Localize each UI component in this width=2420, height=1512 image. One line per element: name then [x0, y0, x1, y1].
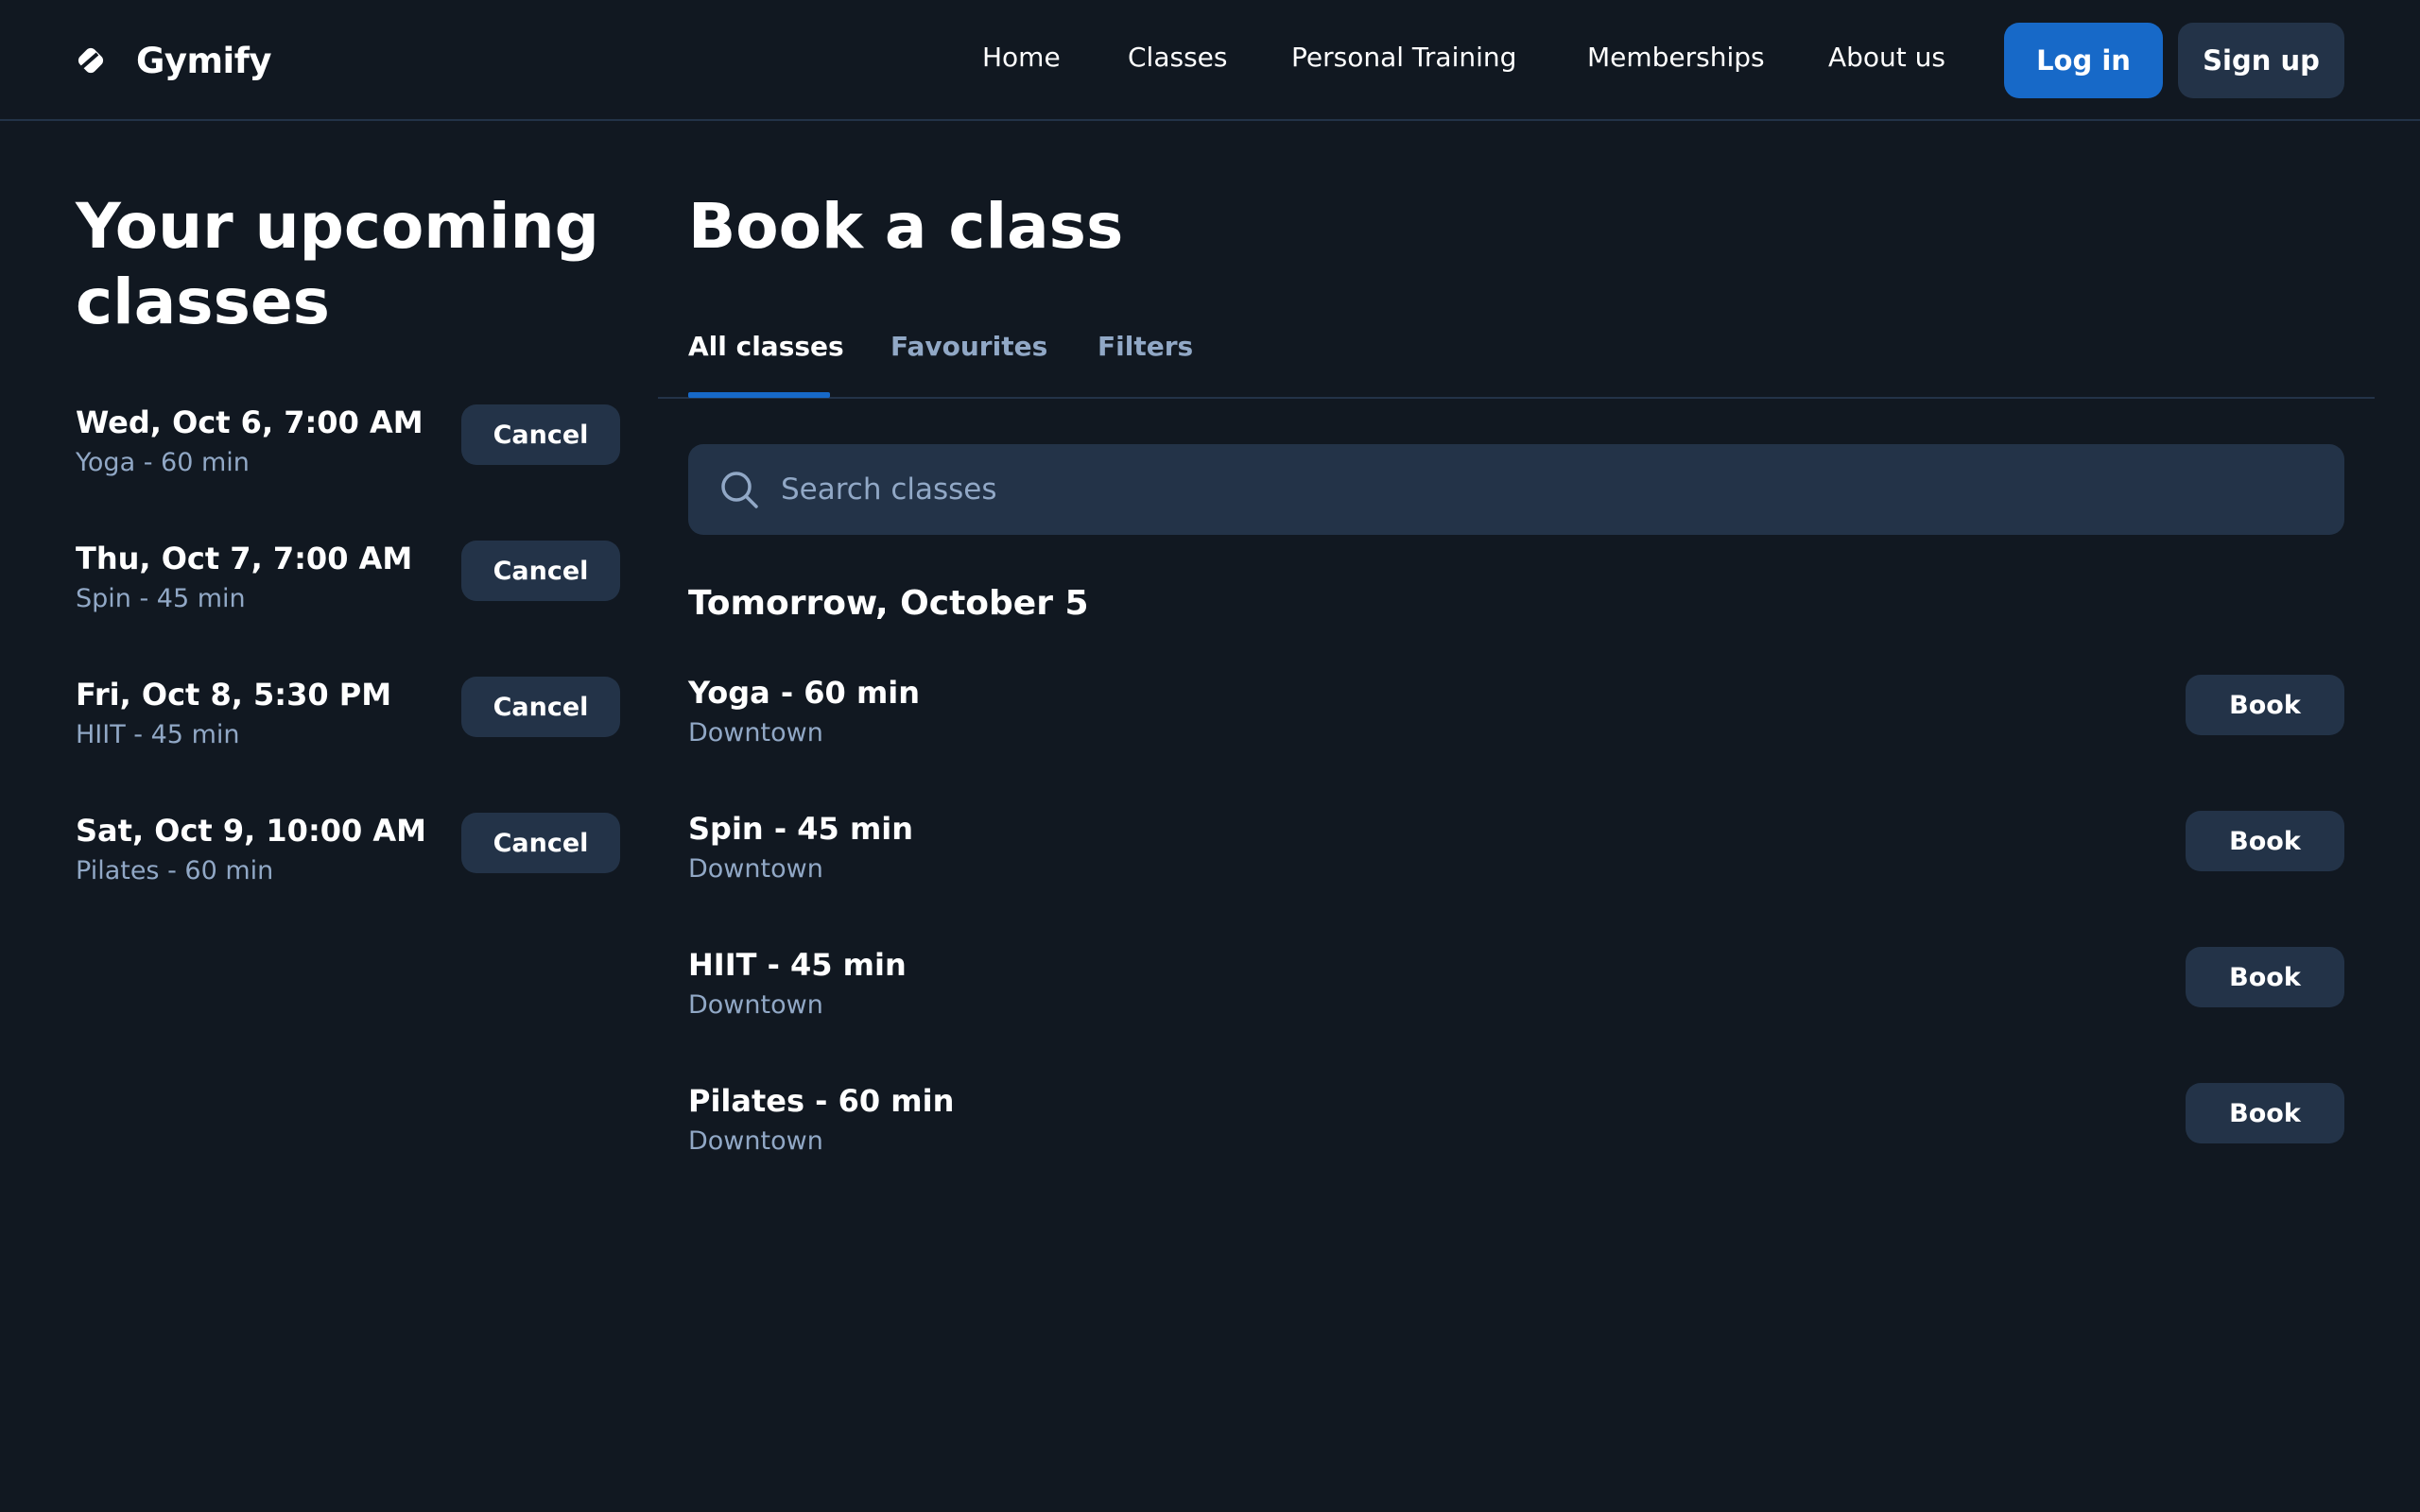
nav-link-personal-training[interactable]: Personal Training	[1291, 42, 1516, 73]
class-location: Downtown	[688, 718, 823, 747]
book-class-title: Book a class	[688, 190, 1124, 263]
class-list-item: HIIT - 45 min Downtown Book	[688, 947, 2344, 1032]
upcoming-class-meta: HIIT - 45 min	[76, 720, 240, 749]
cancel-button[interactable]: Cancel	[461, 677, 620, 737]
nav-link-about-us[interactable]: About us	[1828, 42, 1945, 73]
cancel-button[interactable]: Cancel	[461, 813, 620, 873]
upcoming-class-item: Fri, Oct 8, 5:30 PM HIIT - 45 min Cancel	[76, 677, 620, 762]
class-name: Spin - 45 min	[688, 811, 914, 847]
upcoming-class-date: Thu, Oct 7, 7:00 AM	[76, 541, 413, 576]
upcoming-class-item: Wed, Oct 6, 7:00 AM Yoga - 60 min Cancel	[76, 404, 620, 490]
upcoming-class-date: Fri, Oct 8, 5:30 PM	[76, 677, 392, 713]
tab-filters[interactable]: Filters	[1098, 331, 1193, 362]
day-heading: Tomorrow, October 5	[688, 584, 1089, 623]
upcoming-class-item: Thu, Oct 7, 7:00 AM Spin - 45 min Cancel	[76, 541, 620, 626]
class-location: Downtown	[688, 854, 823, 884]
book-button[interactable]: Book	[2186, 811, 2344, 871]
nav-link-memberships[interactable]: Memberships	[1587, 42, 1765, 73]
site-header: Gymify Home Classes Personal Training Me…	[0, 0, 2420, 121]
tab-all-classes[interactable]: All classes	[688, 331, 844, 362]
class-tabs: All classes Favourites Filters	[658, 312, 2375, 399]
class-list-item: Pilates - 60 min Downtown Book	[688, 1083, 2344, 1168]
class-location: Downtown	[688, 1126, 823, 1156]
class-list-item: Yoga - 60 min Downtown Book	[688, 675, 2344, 760]
brand-logo-icon	[76, 45, 106, 76]
class-name: HIIT - 45 min	[688, 947, 907, 983]
upcoming-class-date: Wed, Oct 6, 7:00 AM	[76, 404, 424, 440]
signup-button[interactable]: Sign up	[2178, 23, 2344, 98]
upcoming-class-item: Sat, Oct 9, 10:00 AM Pilates - 60 min Ca…	[76, 813, 620, 898]
class-name: Yoga - 60 min	[688, 675, 921, 711]
class-name: Pilates - 60 min	[688, 1083, 955, 1119]
nav-link-classes[interactable]: Classes	[1128, 42, 1227, 73]
upcoming-class-date: Sat, Oct 9, 10:00 AM	[76, 813, 427, 849]
brand-name: Gymify	[136, 40, 271, 81]
upcoming-class-meta: Spin - 45 min	[76, 584, 246, 613]
search-input[interactable]	[779, 461, 2344, 518]
active-tab-indicator	[688, 392, 830, 398]
class-list-item: Spin - 45 min Downtown Book	[688, 811, 2344, 896]
cancel-button[interactable]: Cancel	[461, 541, 620, 601]
book-button[interactable]: Book	[2186, 947, 2344, 1007]
nav-link-home[interactable]: Home	[982, 42, 1061, 73]
upcoming-class-meta: Yoga - 60 min	[76, 448, 250, 477]
cancel-button[interactable]: Cancel	[461, 404, 620, 465]
tab-favourites[interactable]: Favourites	[890, 331, 1047, 362]
class-location: Downtown	[688, 990, 823, 1020]
search-icon	[718, 469, 760, 510]
login-button[interactable]: Log in	[2004, 23, 2163, 98]
search-bar	[688, 444, 2344, 535]
upcoming-class-meta: Pilates - 60 min	[76, 856, 274, 885]
upcoming-classes-title: Your upcoming classes	[76, 190, 599, 338]
book-button[interactable]: Book	[2186, 675, 2344, 735]
book-button[interactable]: Book	[2186, 1083, 2344, 1143]
brand[interactable]: Gymify	[76, 38, 271, 83]
